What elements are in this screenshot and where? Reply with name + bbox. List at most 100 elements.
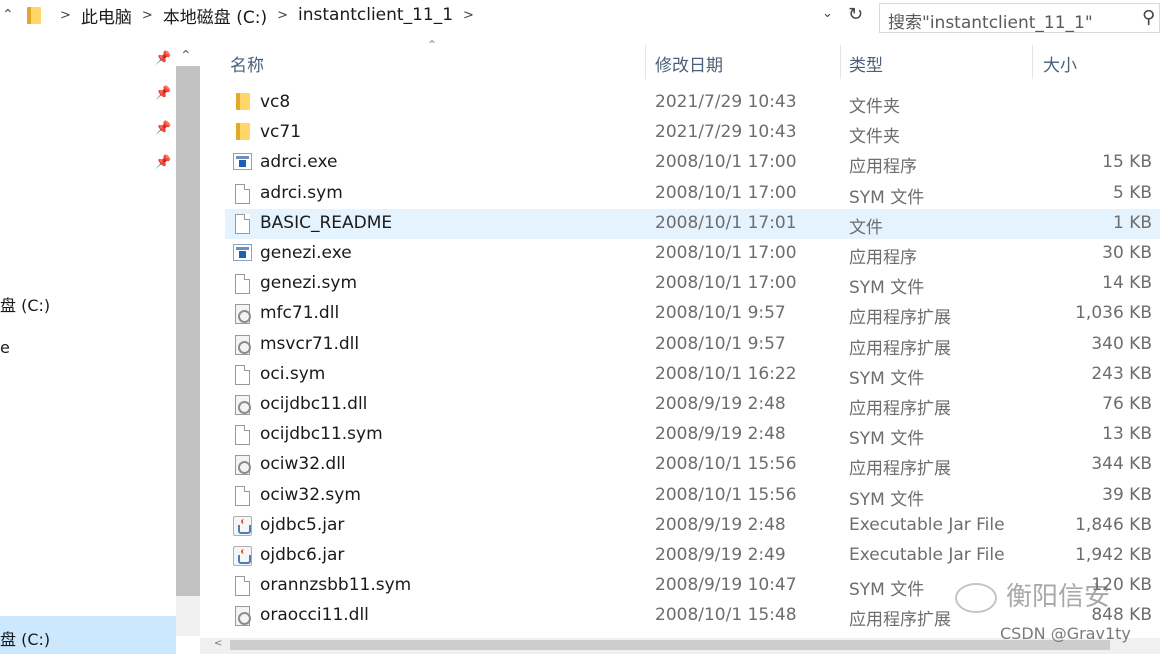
file-date-modified: 2008/10/1 15:56 [655,484,797,505]
nav-item[interactable]: e [0,338,10,357]
file-name: msvcr71.dll [260,333,360,354]
file-size: 344 KB [1091,454,1152,475]
column-header-size[interactable]: 大小 [1043,51,1077,76]
file-name: BASIC_README [260,212,393,233]
file-row[interactable]: mfc71.dll 2008/10/1 9:57 应用程序扩展 1,036 KB [225,299,1160,329]
scroll-left-arrow-icon[interactable]: < [214,638,222,649]
up-arrow-icon[interactable]: ⌃ [2,7,14,23]
file-row[interactable]: oci.sym 2008/10/1 16:22 SYM 文件 243 KB [225,360,1160,390]
file-date-modified: 2008/10/1 15:48 [655,605,797,626]
column-header-type[interactable]: 类型 [849,51,883,76]
breadcrumb[interactable]: > 此电脑 > 本地磁盘 (C:) > instantclient_11_1 > [50,0,484,30]
column-header-name[interactable]: 名称 [230,51,264,76]
jar-icon [233,515,252,536]
source-watermark: CSDN @Grav1ty [1000,624,1131,643]
file-size: 13 KB [1102,424,1152,445]
chevron-right-icon[interactable]: > [277,8,288,23]
column-divider[interactable] [840,45,841,79]
file-icon [235,485,250,506]
file-icon [235,183,250,204]
file-date-modified: 2021/7/29 10:43 [655,122,797,143]
file-date-modified: 2008/10/1 17:00 [655,273,797,294]
dll-icon [235,606,251,627]
file-date-modified: 2008/10/1 16:22 [655,363,797,384]
file-date-modified: 2008/10/1 17:00 [655,152,797,173]
dll-icon [235,395,251,415]
chevron-right-icon[interactable]: > [60,8,71,23]
file-type: 应用程序扩展 [849,399,951,419]
file-type: SYM 文件 [849,368,925,389]
file-row[interactable]: vc71 2021/7/29 10:43 文件夹 [225,118,1160,148]
search-input[interactable]: 搜索"instantclient_11_1" ⚲ [879,3,1160,33]
file-size: 5 KB [1112,182,1152,203]
file-row[interactable]: ociw32.sym 2008/10/1 15:56 SYM 文件 39 KB [225,481,1160,511]
file-row[interactable]: ociw32.dll 2008/10/1 15:56 应用程序扩展 344 KB [225,450,1160,480]
pin-icon[interactable]: 📌 [155,51,171,66]
refresh-icon[interactable]: ↻ [848,4,863,25]
search-icon[interactable]: ⚲ [1142,7,1155,28]
file-type: SYM 文件 [849,429,925,450]
file-row[interactable]: BASIC_README 2008/10/1 17:01 文件 1 KB [225,208,1160,239]
horizontal-scrollbar-thumb[interactable] [230,640,1110,650]
file-date-modified: 2008/10/1 9:57 [655,333,786,354]
file-name: ocijdbc11.sym [260,424,383,445]
file-row[interactable]: ocijdbc11.sym 2008/9/19 2:48 SYM 文件 13 KB [225,420,1160,450]
file-type: SYM 文件 [849,489,925,510]
nav-item-local-disk[interactable]: 盘 (C:) [0,292,50,316]
file-type: 应用程序 [849,157,917,178]
column-header-date[interactable]: 修改日期 [655,51,723,76]
address-bar: ⌃ > 此电脑 > 本地磁盘 (C:) > instantclient_11_1… [0,0,1160,36]
file-row[interactable]: msvcr71.dll 2008/10/1 9:57 应用程序扩展 340 KB [225,330,1160,360]
pin-icon[interactable]: 📌 [155,121,171,136]
pin-icon[interactable]: 📌 [155,155,171,170]
nav-item-local-disk-selected[interactable]: 盘 (C:) [0,626,50,650]
file-size: 14 KB [1102,273,1152,294]
exe-icon [233,153,252,171]
file-name: adrci.exe [260,152,338,173]
file-date-modified: 2008/9/19 2:48 [655,394,786,414]
chevron-right-icon[interactable]: > [142,8,153,23]
file-date-modified: 2021/7/29 10:43 [655,92,797,112]
file-date-modified: 2008/10/1 17:01 [655,212,797,233]
file-row[interactable]: genezi.exe 2008/10/1 17:00 应用程序 30 KB [225,239,1160,269]
file-row[interactable]: adrci.exe 2008/10/1 17:00 应用程序 15 KB [225,148,1160,178]
file-size: 15 KB [1102,152,1152,173]
pin-icon[interactable]: 📌 [155,86,171,101]
file-size: 1 KB [1112,212,1152,233]
file-icon [235,364,250,385]
file-type: SYM 文件 [849,187,925,208]
file-date-modified: 2008/10/1 17:00 [655,182,797,203]
nav-scrollbar-thumb[interactable] [176,66,200,596]
file-row[interactable]: ojdbc6.jar 2008/9/19 2:49 Executable Jar F… [225,541,1160,571]
breadcrumb-local-disk[interactable]: 本地磁盘 (C:) [163,3,267,28]
file-name: vc8 [260,92,291,112]
file-row[interactable]: ocijdbc11.dll 2008/9/19 2:48 应用程序扩展 76 KB [225,390,1160,420]
file-date-modified: 2008/9/19 2:48 [655,424,786,445]
breadcrumb-current-folder[interactable]: instantclient_11_1 [298,5,453,25]
file-row[interactable]: ojdbc5.jar 2008/9/19 2:48 Executable Jar F… [225,511,1160,541]
file-row[interactable]: genezi.sym 2008/10/1 17:00 SYM 文件 14 KB [225,269,1160,299]
file-date-modified: 2008/9/19 2:48 [655,514,786,535]
column-divider[interactable] [1032,45,1033,79]
wechat-watermark-icon [955,583,997,613]
file-list: ⌃ 名称 修改日期 类型 大小 vc8 2021/7/29 10:43 文件夹 vc7… [200,36,1160,654]
file-type: 应用程序扩展 [849,459,951,480]
exe-icon [233,244,252,261]
chevron-right-icon[interactable]: > [463,8,474,23]
file-name: ociw32.dll [260,454,346,475]
scroll-up-arrow-icon[interactable]: ⌃ [180,48,192,64]
dll-icon [235,304,251,325]
file-icon [235,213,250,234]
address-history-dropdown[interactable]: ⌄ [822,6,833,21]
dll-icon [235,455,251,476]
column-divider[interactable] [645,45,646,79]
breadcrumb-this-pc[interactable]: 此电脑 [81,3,132,28]
file-row[interactable]: vc8 2021/7/29 10:43 文件夹 [225,88,1160,118]
file-row[interactable]: adrci.sym 2008/10/1 17:00 SYM 文件 5 KB [225,179,1160,209]
file-date-modified: 2008/9/19 2:49 [655,545,786,565]
file-name: ocijdbc11.dll [260,394,368,414]
file-name: adrci.sym [260,182,343,203]
file-size: 39 KB [1102,484,1152,505]
search-placeholder: 搜索"instantclient_11_1" [888,13,1093,33]
folder-icon [236,123,250,141]
